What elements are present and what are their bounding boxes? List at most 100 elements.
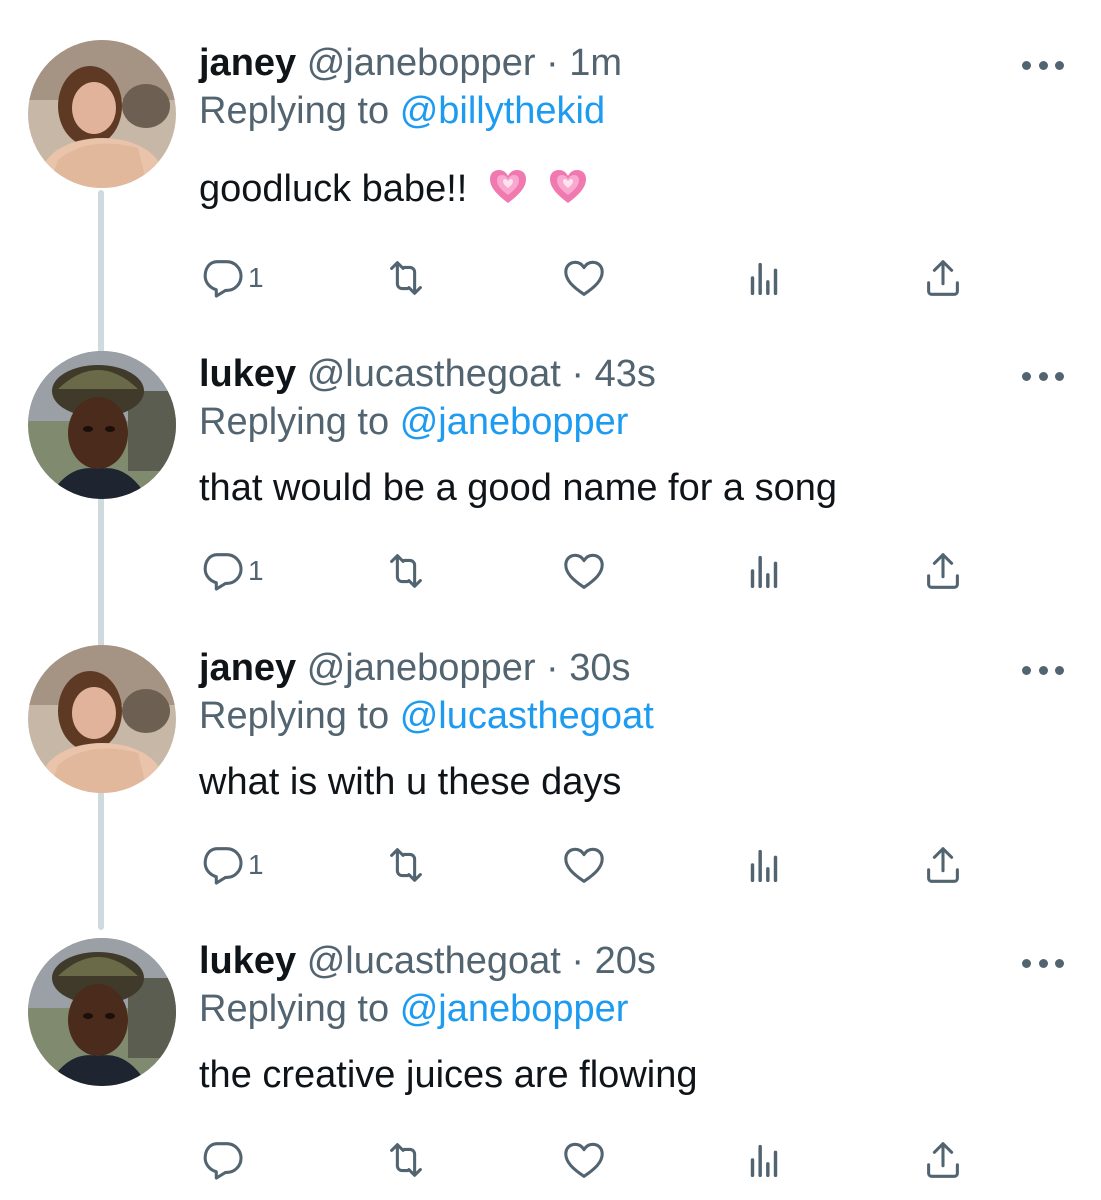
reply-icon — [203, 260, 243, 298]
reply-count: 1 — [248, 262, 264, 293]
like-icon — [564, 847, 604, 883]
reply-count: 1 — [248, 555, 264, 586]
like-button[interactable] — [561, 541, 607, 601]
tweet-text-content: the creative juices are flowing — [199, 1054, 698, 1096]
like-icon — [564, 553, 604, 589]
replying-prefix: Replying to — [199, 695, 390, 737]
share-button[interactable] — [920, 1130, 966, 1190]
user-handle[interactable]: @janebopper — [307, 647, 536, 689]
replying-prefix: Replying to — [199, 90, 390, 132]
replying-to: Replying to @janebopper — [199, 399, 628, 445]
reply-button[interactable]: 1 — [200, 541, 264, 601]
tweet-text-content: goodluck babe!! — [199, 168, 468, 210]
more-icon[interactable] — [1022, 369, 1064, 383]
replying-to: Replying to @janebopper — [199, 986, 628, 1032]
display-name[interactable]: janey — [199, 647, 296, 689]
display-name[interactable]: lukey — [199, 940, 296, 982]
tweet[interactable]: lukey @lucasthegoat · 20s Replying to @j… — [0, 938, 1101, 1200]
tweet-text-content: that would be a good name for a song — [199, 467, 838, 509]
views-button[interactable] — [741, 1130, 787, 1190]
retweet-button[interactable] — [383, 835, 429, 895]
replying-to-handle[interactable]: @janebopper — [400, 988, 629, 1030]
like-button[interactable] — [561, 248, 607, 308]
share-icon — [927, 847, 959, 883]
timestamp[interactable]: 43s — [595, 353, 656, 395]
retweet-icon — [390, 1143, 422, 1177]
tweet-header: lukey @lucasthegoat · 20s — [199, 938, 656, 984]
tweet-actions — [0, 1130, 1101, 1190]
lukey-avatar-image — [28, 938, 176, 1086]
tweet-header: janey @janebopper · 1m — [199, 40, 622, 86]
tweet-header: lukey @lucasthegoat · 43s — [199, 351, 656, 397]
avatar-lukey[interactable] — [28, 351, 176, 499]
lukey-avatar-image — [28, 351, 176, 499]
separator-dot: · — [546, 647, 559, 689]
tweet-text: the creative juices are flowing — [199, 1052, 697, 1098]
tweet-text: that would be a good name for a song — [199, 465, 837, 511]
avatar-janey[interactable] — [28, 645, 176, 793]
timestamp[interactable]: 1m — [569, 42, 622, 84]
janey-avatar-image — [28, 40, 176, 188]
replying-prefix: Replying to — [199, 401, 390, 443]
views-icon — [750, 555, 778, 589]
retweet-icon — [390, 554, 422, 588]
views-icon — [750, 262, 778, 296]
tweet-actions: 1 — [0, 835, 1101, 895]
replying-to-handle[interactable]: @lucasthegoat — [400, 695, 654, 737]
janey-avatar-image — [28, 645, 176, 793]
tweet-actions: 1 — [0, 248, 1101, 308]
avatar-janey[interactable] — [28, 40, 176, 188]
replying-to: Replying to @billythekid — [199, 88, 605, 134]
tweet-text: goodluck babe!! — [199, 166, 588, 212]
share-button[interactable] — [920, 541, 966, 601]
reply-icon — [203, 553, 243, 591]
like-button[interactable] — [561, 1130, 607, 1190]
user-handle[interactable]: @lucasthegoat — [307, 353, 561, 395]
share-button[interactable] — [920, 248, 966, 308]
like-icon — [564, 1142, 604, 1178]
avatar-lukey[interactable] — [28, 938, 176, 1086]
more-icon[interactable] — [1022, 58, 1064, 72]
separator-dot: · — [571, 353, 585, 395]
tweet[interactable]: janey @janebopper · 30s Replying to @luc… — [0, 645, 1101, 945]
like-icon — [564, 260, 604, 296]
replying-to-handle[interactable]: @billythekid — [400, 90, 605, 132]
share-button[interactable] — [920, 835, 966, 895]
tweet-text-content: what is with u these days — [199, 761, 622, 803]
views-button[interactable] — [741, 541, 787, 601]
replying-to-handle[interactable]: @janebopper — [400, 401, 629, 443]
user-handle[interactable]: @lucasthegoat — [307, 940, 561, 982]
views-button[interactable] — [741, 835, 787, 895]
user-handle[interactable]: @janebopper — [307, 42, 536, 84]
retweet-button[interactable] — [383, 541, 429, 601]
reply-button[interactable]: 1 — [200, 835, 264, 895]
views-icon — [750, 1144, 778, 1178]
timestamp[interactable]: 20s — [595, 940, 656, 982]
views-button[interactable] — [741, 248, 787, 308]
more-icon[interactable] — [1022, 663, 1064, 677]
display-name[interactable]: janey — [199, 42, 296, 84]
growing-heart-icon — [489, 170, 526, 203]
retweet-button[interactable] — [383, 1130, 429, 1190]
separator-dot: · — [571, 940, 585, 982]
share-icon — [927, 553, 959, 589]
tweet[interactable]: janey @janebopper · 1m Replying to @bill… — [0, 40, 1101, 340]
separator-dot: · — [546, 42, 559, 84]
reply-button[interactable] — [200, 1130, 248, 1190]
reply-icon — [203, 1142, 243, 1180]
retweet-button[interactable] — [383, 248, 429, 308]
retweet-icon — [390, 261, 422, 295]
reply-icon — [203, 847, 243, 885]
growing-heart-icon — [550, 170, 587, 203]
tweet[interactable]: lukey @lucasthegoat · 43s Replying to @j… — [0, 351, 1101, 651]
tweet-header: janey @janebopper · 30s — [199, 645, 631, 691]
display-name[interactable]: lukey — [199, 353, 296, 395]
replying-to: Replying to @lucasthegoat — [199, 693, 654, 739]
like-button[interactable] — [561, 835, 607, 895]
timestamp[interactable]: 30s — [569, 647, 630, 689]
retweet-icon — [390, 848, 422, 882]
more-icon[interactable] — [1022, 956, 1064, 970]
views-icon — [750, 849, 778, 883]
replying-prefix: Replying to — [199, 988, 390, 1030]
reply-button[interactable]: 1 — [200, 248, 264, 308]
